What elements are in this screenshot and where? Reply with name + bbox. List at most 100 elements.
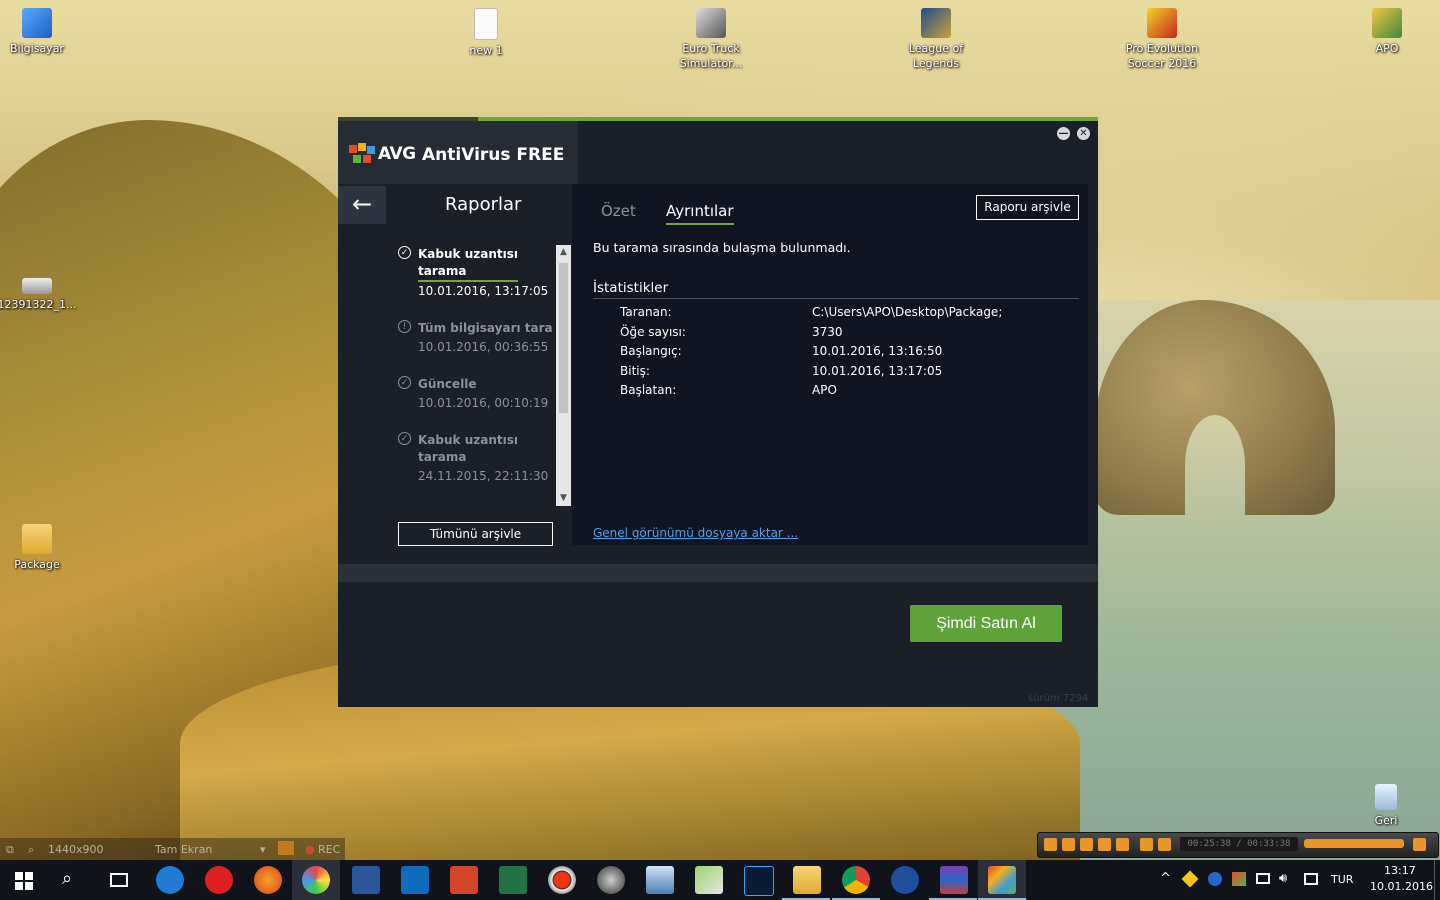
report-date: 10.01.2016, 13:17:05 [418,284,549,298]
prev-icon[interactable] [1098,838,1111,851]
task-view-icon[interactable] [110,873,128,887]
buy-now-button[interactable]: Şimdi Satın Al [910,605,1062,642]
reports-title: Raporlar [445,194,522,215]
minimize-button[interactable]: — [1057,127,1070,140]
camera-icon[interactable] [278,841,294,855]
stat-value: 3730 [812,325,843,339]
scanner-icon[interactable] [646,866,674,894]
opera-icon[interactable] [205,866,233,894]
archive-all-button[interactable]: Tümünü arşivle [398,522,553,546]
notepad-icon[interactable] [695,866,723,894]
crescent-icon[interactable] [891,866,919,894]
avg-icon[interactable] [988,866,1016,894]
desktop-icon-label: Geri [1374,814,1398,827]
check-icon: ✓ [398,432,411,445]
desktop-icon-recycle[interactable]: Geri [1346,784,1426,828]
play-icon[interactable] [1044,838,1057,851]
clock-date[interactable]: 10.01.2016 [1370,880,1433,893]
show-desktop-button[interactable] [1434,860,1435,900]
recorder-rec-label[interactable]: REC [318,843,340,856]
zoom-icon[interactable]: ⌕ [28,843,34,857]
desktop-icon-pes[interactable]: Pro Evolution Soccer 2016 [1122,8,1202,71]
archive-report-button[interactable]: Raporu arşivle [976,195,1079,220]
stat-value: 10.01.2016, 13:17:05 [812,364,943,378]
lol-icon [921,8,951,38]
desktop-icon-image-file[interactable]: 12391322_1... [0,278,77,312]
menu-icon[interactable] [1413,838,1426,851]
desktop-icon-apo[interactable]: APO [1347,8,1427,56]
edge-icon[interactable] [156,866,184,894]
media-player-minibar: 00:25:38 / 00:33:38 [1037,832,1439,858]
volume-icon[interactable]: 🔊︎ [1279,871,1287,886]
action-center-icon[interactable] [1304,873,1318,885]
playlist-icon[interactable] [1140,838,1153,851]
report-item[interactable]: ✓ Kabuk uzantısı tarama 24.11.2015, 22:1… [398,432,558,484]
camera-icon[interactable] [597,866,625,894]
search-icon[interactable]: ⌕ [62,868,72,889]
back-button[interactable]: ← [338,186,386,224]
image-file-icon [22,278,52,294]
desktop-icon-bilgisayar[interactable]: Bilgisayar [0,8,77,56]
stop-icon[interactable] [1080,838,1093,851]
reports-sidebar: ← Raporlar ✓ Kabuk uzantısı tarama 10.01… [338,184,572,564]
recorder-mode[interactable]: Tam Ekran [155,843,212,856]
tab-ozet[interactable]: Özet [601,202,636,220]
record-icon[interactable] [548,866,576,894]
desktop-icon-label: 12391322_1... [0,298,77,311]
tab-ayrintilar[interactable]: Ayrıntılar [666,202,734,220]
scroll-down-icon[interactable]: ▼ [556,491,571,506]
scroll-thumb[interactable] [559,263,568,413]
check-icon: ✓ [398,246,411,259]
chrome-icon[interactable] [842,866,870,894]
desktop-icon-package[interactable]: Package [0,524,77,572]
report-name: Tüm bilgisayarı tara [418,321,553,335]
active-tab-underline [666,223,734,225]
photoshop-icon[interactable] [744,866,774,896]
window-icon[interactable]: ⧉ [6,843,14,857]
winrar-icon[interactable] [940,866,968,894]
report-item[interactable]: ✓ Kabuk uzantısı tarama 10.01.2016, 13:1… [398,246,558,298]
computer-icon [22,8,52,38]
report-name: Kabuk uzantısı tarama [418,433,518,464]
desktop-icon-new1[interactable]: new 1 [446,8,526,58]
desktop-icon-label: Pro Evolution Soccer 2016 [1125,42,1199,70]
powerpoint-icon[interactable] [450,866,478,894]
desktop-icon-league[interactable]: League of Legends [896,8,976,71]
clock-time[interactable]: 13:17 [1384,864,1416,877]
pause-icon[interactable] [1062,838,1075,851]
scan-result-message: Bu tarama sırasında bulaşma bulunmadı. [593,240,851,255]
network-icon[interactable] [1256,873,1270,884]
language-indicator[interactable]: TUR [1331,873,1353,886]
stat-value: 10.01.2016, 13:16:50 [812,344,943,358]
next-icon[interactable] [1116,838,1129,851]
chevron-down-icon[interactable]: ▾ [260,843,266,856]
excel-icon[interactable] [499,866,527,894]
outlook-icon[interactable] [401,866,429,894]
tray-crescent-icon[interactable] [1208,872,1222,886]
pinwheel-icon[interactable] [302,866,330,894]
equalizer-icon[interactable] [1158,838,1171,851]
desktop-icon-label: Bilgisayar [10,42,64,55]
report-item[interactable]: ! Tüm bilgisayarı tara 10.01.2016, 00:36… [398,320,558,356]
pes-icon [1147,8,1177,38]
close-button[interactable]: ✕ [1077,127,1090,140]
player-time: 00:25:38 / 00:33:38 [1180,837,1298,851]
folder-icon [22,524,52,554]
scroll-up-icon[interactable]: ▲ [556,245,571,260]
tray-app-icon[interactable] [1181,870,1199,888]
tray-avg-icon[interactable] [1232,872,1246,886]
start-icon[interactable] [15,872,33,890]
report-name: Güncelle [418,377,477,391]
reports-scrollbar[interactable]: ▲ ▼ [556,245,571,506]
volume-slider[interactable] [1304,839,1404,848]
report-active-underline [418,280,518,282]
wallpaper-arch-opening [1185,415,1245,515]
word-icon[interactable] [352,866,380,894]
export-overview-link[interactable]: Genel görünümü dosyaya aktar ... [593,526,798,540]
explorer-icon[interactable] [793,866,821,894]
recycle-bin-icon [1375,784,1397,810]
report-item[interactable]: ✓ Güncelle 10.01.2016, 00:10:19 [398,376,558,412]
chevron-up-icon[interactable]: ^ [1160,871,1171,886]
firefox-icon[interactable] [254,866,282,894]
desktop-icon-euro-truck[interactable]: Euro Truck Simulator... [671,8,751,71]
